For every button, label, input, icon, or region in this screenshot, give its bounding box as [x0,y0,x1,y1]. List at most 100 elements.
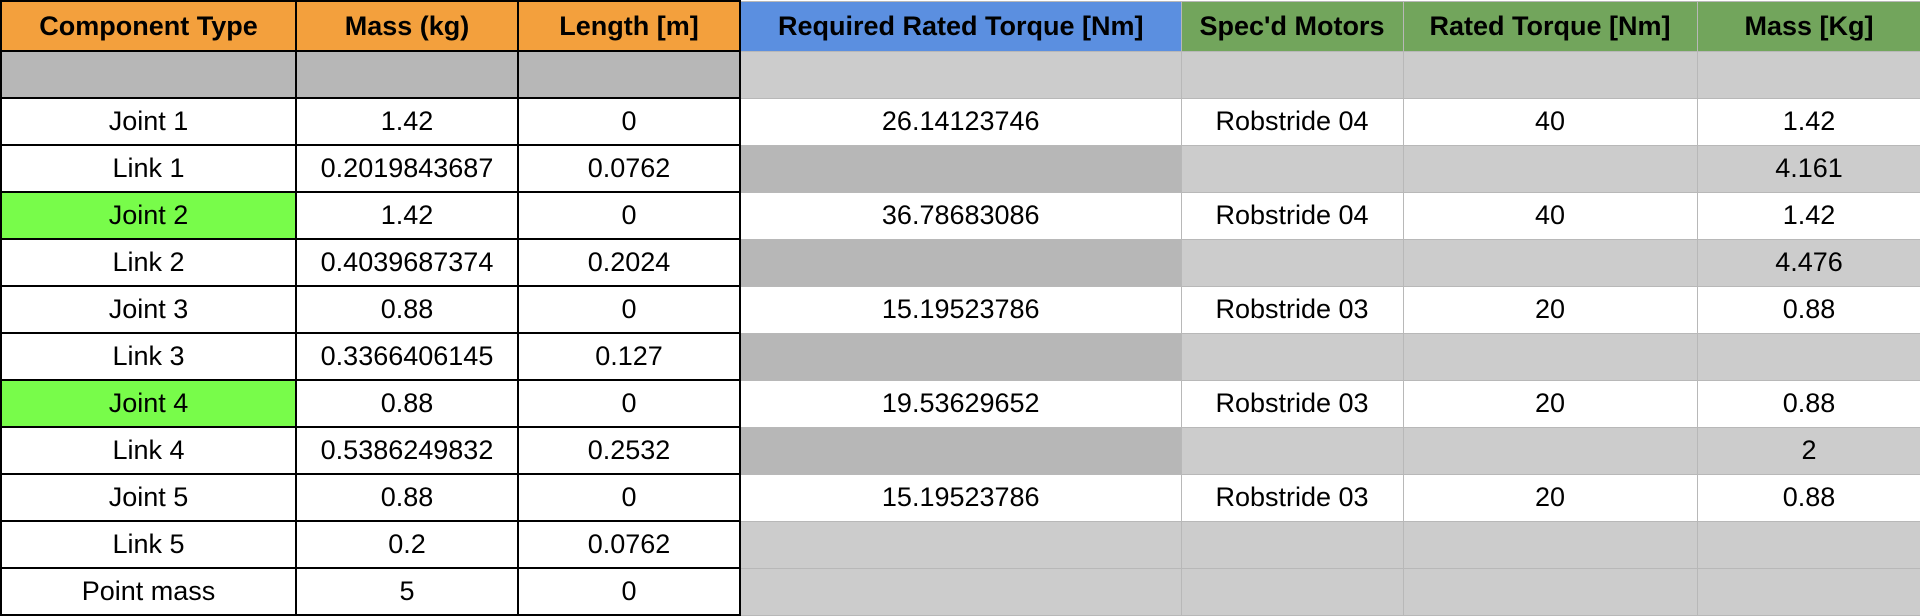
table-cell[interactable] [1180,520,1404,569]
header-length-m[interactable]: Length [m] [517,0,741,52]
spreadsheet-table: Component Type Mass (kg) Length [m] Requ… [0,0,1920,616]
table-cell[interactable] [1180,332,1404,381]
table-cell[interactable] [739,144,1182,193]
table-cell[interactable]: 20 [1402,285,1698,334]
table-cell[interactable]: 0.5386249832 [295,426,519,475]
table-cell[interactable]: 19.53629652 [739,379,1182,428]
table-cell[interactable]: 5 [295,567,519,616]
table-cell[interactable]: 0 [517,567,741,616]
table-cell[interactable]: 0.88 [1696,379,1920,428]
table-row: Joint 3 0.88 0 15.19523786 Robstride 03 … [0,285,1920,334]
table-cell[interactable]: 0.88 [1696,473,1920,522]
table-cell[interactable] [1180,50,1404,99]
table-cell[interactable] [739,426,1182,475]
table-cell[interactable]: 15.19523786 [739,285,1182,334]
table-cell[interactable]: 0.0762 [517,144,741,193]
header-specd-motors[interactable]: Spec'd Motors [1180,0,1404,52]
table-cell[interactable]: Robstride 03 [1180,473,1404,522]
header-row: Component Type Mass (kg) Length [m] Requ… [0,0,1920,52]
table-cell[interactable]: 20 [1402,379,1698,428]
table-cell[interactable] [739,520,1182,569]
table-cell[interactable] [739,238,1182,287]
table-cell[interactable]: Point mass [0,567,297,616]
table-cell[interactable] [1402,426,1698,475]
table-cell[interactable]: 0 [517,379,741,428]
table-row: Joint 4 0.88 0 19.53629652 Robstride 03 … [0,379,1920,428]
table-cell[interactable]: 1.42 [295,191,519,240]
table-cell[interactable] [1402,144,1698,193]
table-cell[interactable]: 40 [1402,97,1698,146]
header-mass-kg[interactable]: Mass (kg) [295,0,519,52]
table-cell[interactable]: 26.14123746 [739,97,1182,146]
table-cell[interactable] [1402,238,1698,287]
table-cell[interactable] [739,567,1182,616]
table-cell[interactable]: Joint 2 [0,191,297,240]
table-cell[interactable]: 36.78683086 [739,191,1182,240]
table-cell[interactable] [1402,520,1698,569]
table-cell[interactable] [1402,567,1698,616]
table-cell[interactable]: 15.19523786 [739,473,1182,522]
table-cell[interactable]: 1.42 [1696,97,1920,146]
table-cell[interactable]: 0.4039687374 [295,238,519,287]
table-cell[interactable]: 0.88 [295,285,519,334]
table-row [0,50,1920,99]
table-cell[interactable]: 0 [517,97,741,146]
table-cell[interactable]: 0.88 [1696,285,1920,334]
table-cell[interactable]: 0 [517,191,741,240]
table-cell[interactable] [739,50,1182,99]
table-cell[interactable]: Joint 1 [0,97,297,146]
table-cell[interactable] [1180,238,1404,287]
table-cell[interactable]: Link 1 [0,144,297,193]
table-cell[interactable]: Link 5 [0,520,297,569]
table-cell[interactable] [517,50,741,99]
table-cell[interactable]: Joint 4 [0,379,297,428]
table-cell[interactable]: 2 [1696,426,1920,475]
table-cell[interactable]: 0.88 [295,379,519,428]
table-cell[interactable] [1696,520,1920,569]
table-cell[interactable]: 0.2 [295,520,519,569]
header-required-rated-torque[interactable]: Required Rated Torque [Nm] [739,0,1182,52]
table-row: Joint 5 0.88 0 15.19523786 Robstride 03 … [0,473,1920,522]
table-cell[interactable]: 0.127 [517,332,741,381]
header-component-type[interactable]: Component Type [0,0,297,52]
table-cell[interactable] [739,332,1182,381]
table-cell[interactable] [0,50,297,99]
table-cell[interactable]: 20 [1402,473,1698,522]
table-cell[interactable]: 0 [517,285,741,334]
table-cell[interactable]: 0.2019843687 [295,144,519,193]
header-motor-mass[interactable]: Mass [Kg] [1696,0,1920,52]
table-cell[interactable]: Link 2 [0,238,297,287]
table-cell[interactable] [1180,144,1404,193]
table-row: Point mass 5 0 [0,567,1920,616]
table-cell[interactable]: Link 3 [0,332,297,381]
table-cell[interactable]: Robstride 03 [1180,379,1404,428]
table-cell[interactable]: 0.88 [295,473,519,522]
table-cell[interactable]: Robstride 03 [1180,285,1404,334]
table-cell[interactable]: 0 [517,473,741,522]
table-cell[interactable]: Joint 3 [0,285,297,334]
table-row: Joint 2 1.42 0 36.78683086 Robstride 04 … [0,191,1920,240]
table-cell[interactable]: 4.476 [1696,238,1920,287]
table-cell[interactable] [1180,426,1404,475]
table-cell[interactable] [1180,567,1404,616]
table-cell[interactable]: 40 [1402,191,1698,240]
table-cell[interactable]: Joint 5 [0,473,297,522]
table-cell[interactable]: 0.0762 [517,520,741,569]
table-cell[interactable] [1696,332,1920,381]
table-cell[interactable] [295,50,519,99]
header-rated-torque[interactable]: Rated Torque [Nm] [1402,0,1698,52]
table-cell[interactable]: Robstride 04 [1180,191,1404,240]
table-cell[interactable]: 0.3366406145 [295,332,519,381]
table-row: Link 4 0.5386249832 0.2532 2 [0,426,1920,475]
table-cell[interactable] [1402,50,1698,99]
table-cell[interactable]: Link 4 [0,426,297,475]
table-cell[interactable]: 4.161 [1696,144,1920,193]
table-cell[interactable]: 1.42 [1696,191,1920,240]
table-cell[interactable]: 0.2024 [517,238,741,287]
table-cell[interactable] [1696,567,1920,616]
table-cell[interactable]: 0.2532 [517,426,741,475]
table-cell[interactable]: Robstride 04 [1180,97,1404,146]
table-cell[interactable]: 1.42 [295,97,519,146]
table-cell[interactable] [1402,332,1698,381]
table-cell[interactable] [1696,50,1920,99]
